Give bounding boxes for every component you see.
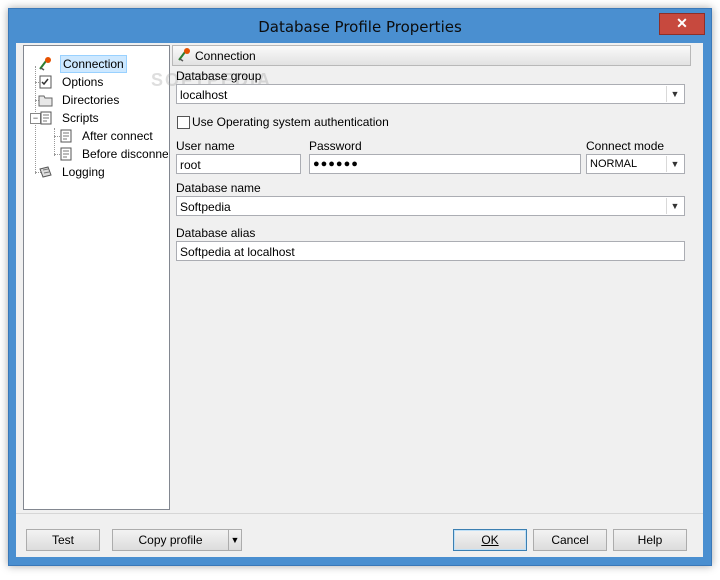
database-group-label: Database group [176, 69, 262, 83]
connect-mode-label: Connect mode [586, 139, 665, 153]
connect-mode-value: NORMAL [590, 158, 638, 170]
tree-item-label: Logging [62, 165, 105, 179]
cancel-button[interactable]: Cancel [533, 529, 607, 551]
os-auth-label: Use Operating system authentication [192, 115, 389, 129]
script-icon [40, 111, 52, 125]
database-group-combo[interactable]: localhost ▼ [176, 84, 685, 104]
chevron-down-icon[interactable]: ▼ [666, 86, 683, 102]
password-input[interactable]: ●●●●●● [309, 154, 581, 174]
section-header: Connection [172, 45, 691, 66]
os-auth-checkbox[interactable] [177, 116, 190, 129]
database-alias-input[interactable]: Softpedia at localhost [176, 241, 685, 261]
chevron-down-icon[interactable]: ▼ [666, 198, 683, 214]
title-bar[interactable]: Database Profile Properties ✕ [9, 9, 711, 43]
help-button[interactable]: Help [613, 529, 687, 551]
password-label: Password [309, 139, 362, 153]
chevron-down-icon[interactable]: ▼ [666, 156, 683, 172]
ok-button[interactable]: OK [453, 529, 527, 551]
tree-line [54, 128, 55, 156]
folder-icon [38, 95, 53, 107]
tree-item-label: Before disconnect [82, 147, 168, 161]
test-button[interactable]: Test [26, 529, 100, 551]
user-name-label: User name [176, 139, 235, 153]
tree-item-before-disconnect[interactable]: Before disconnect [58, 145, 168, 163]
user-name-value: root [180, 158, 201, 172]
database-alias-label: Database alias [176, 226, 256, 240]
category-tree[interactable]: Connection Options Directories − Scripts… [23, 45, 170, 510]
script-icon [60, 147, 72, 161]
user-name-input[interactable]: root [176, 154, 301, 174]
database-name-label: Database name [176, 181, 261, 195]
script-icon [60, 129, 72, 143]
help-button-label: Help [637, 533, 663, 547]
dialog-window: Database Profile Properties ✕ Connection… [8, 8, 712, 566]
tree-item-label: Connection [60, 55, 127, 73]
tree-item-label: Options [62, 75, 104, 89]
database-name-combo[interactable]: Softpedia ▼ [176, 196, 685, 216]
plug-icon [39, 57, 51, 71]
checklist-icon [39, 75, 52, 89]
connect-mode-combo[interactable]: NORMAL ▼ [586, 154, 685, 174]
footer-divider [16, 513, 703, 514]
tree-item-label: After connect [82, 129, 153, 143]
database-group-value: localhost [180, 88, 228, 102]
window-title: Database Profile Properties [258, 18, 462, 36]
tree-item-label: Scripts [62, 111, 99, 125]
close-button[interactable]: ✕ [659, 13, 705, 35]
database-alias-value: Softpedia at localhost [180, 245, 295, 259]
copy-profile-dropdown-icon[interactable]: ▼ [228, 529, 242, 551]
copy-profile-button[interactable]: Copy profile [112, 529, 229, 551]
section-title: Connection [195, 49, 256, 63]
password-value: ●●●●●● [313, 158, 359, 170]
tree-item-label: Directories [62, 93, 120, 107]
database-name-value: Softpedia [180, 200, 231, 214]
plug-icon [178, 48, 190, 62]
dialog-client-area: Connection Options Directories − Scripts… [16, 43, 703, 557]
ok-button-label: OK [481, 533, 499, 547]
log-icon [39, 166, 52, 178]
